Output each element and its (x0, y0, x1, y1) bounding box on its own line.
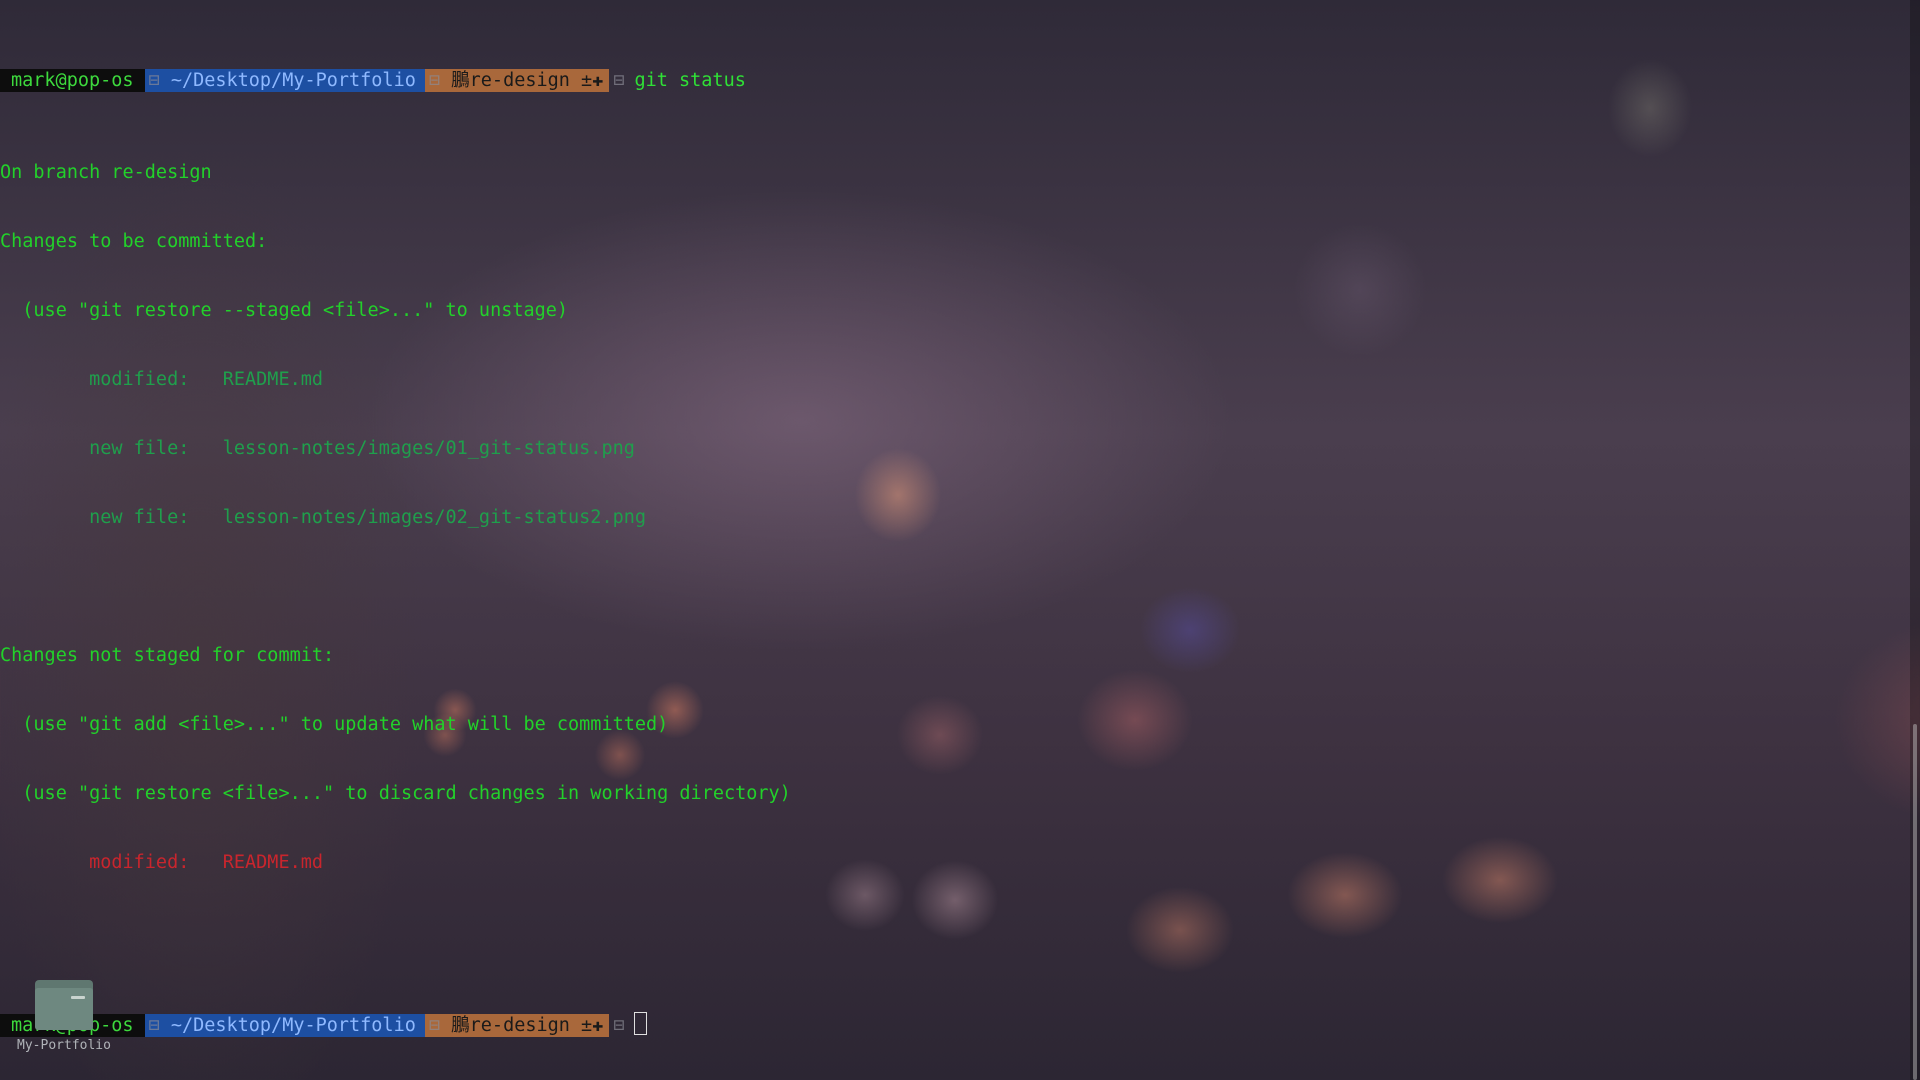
prompt-branch-segment: ⊟ 鵬re-design ±✚ (424, 1014, 610, 1037)
folder-mark (71, 996, 85, 999)
prompt-branch-segment: ⊟ 鵬re-design ±✚ (424, 69, 610, 92)
text-cursor[interactable] (634, 1012, 648, 1035)
prompt-path: ~/Desktop/My-Portfolio (170, 1015, 416, 1036)
staged-file-line: modified: README.md (0, 369, 324, 390)
branch-icon: 鵬 (451, 70, 470, 91)
output-unstaged-hint: (use "git restore <file>..." to discard … (0, 783, 791, 804)
output-on-branch: On branch re-design (0, 162, 212, 183)
terminal-window[interactable]: mark@pop-os ⊟ ~/Desktop/My-Portfolio ⊟ 鵬re… (0, 0, 1900, 1080)
folder-front (35, 988, 93, 1030)
desktop-folder-my-portfolio[interactable]: My-Portfolio (12, 980, 116, 1053)
folder-label: My-Portfolio (17, 1038, 111, 1053)
segment-separator-icon: ⊟ (613, 70, 625, 91)
folder-icon (35, 980, 93, 1030)
prompt-path-segment: ⊟ ~/Desktop/My-Portfolio (144, 1014, 425, 1037)
branch-icon: 鵬 (451, 1015, 470, 1036)
staged-file-line: new file: lesson-notes/images/01_git-sta… (0, 438, 635, 459)
staged-file-line: new file: lesson-notes/images/02_git-sta… (0, 507, 647, 528)
segment-separator-icon: ⊟ (148, 70, 171, 91)
output-staged-hint: (use "git restore --staged <file>..." to… (0, 300, 569, 321)
unstaged-file-line: modified: README.md (0, 852, 324, 873)
git-status-marks: ±✚ (581, 70, 604, 91)
output-unstaged-hint: (use "git add <file>..." to update what … (0, 714, 669, 735)
prompt-branch: re-design (469, 1015, 570, 1036)
output-staged-header: Changes to be committed: (0, 231, 268, 252)
scrollbar-thumb[interactable] (1913, 724, 1917, 1080)
segment-separator-icon: ⊟ (428, 70, 452, 91)
output-unstaged-header: Changes not staged for commit: (0, 645, 335, 666)
segment-separator-icon: ⊟ (613, 1015, 625, 1036)
typed-command: git status (634, 70, 746, 91)
git-status-marks: ±✚ (581, 1015, 604, 1036)
prompt-path-segment: ⊟ ~/Desktop/My-Portfolio (144, 69, 425, 92)
prompt-path: ~/Desktop/My-Portfolio (170, 70, 416, 91)
prompt-branch: re-design (469, 70, 570, 91)
prompt-line-2[interactable]: mark@pop-os⊟ ~/Desktop/My-Portfolio⊟ 鵬re… (0, 1012, 1900, 1037)
segment-separator-icon: ⊟ (148, 1015, 171, 1036)
prompt-user: mark@pop-os (0, 69, 145, 92)
prompt-line-1: mark@pop-os ⊟ ~/Desktop/My-Portfolio ⊟ 鵬re… (0, 69, 1900, 92)
segment-separator-icon: ⊟ (428, 1015, 452, 1036)
terminal-scrollbar[interactable] (1910, 0, 1920, 1080)
